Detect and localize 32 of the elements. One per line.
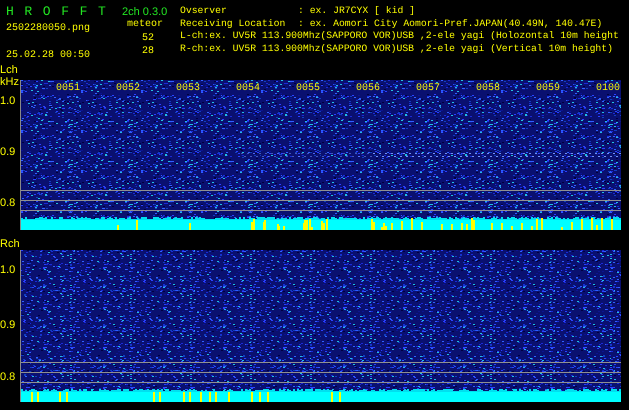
axis-label: 1.0 bbox=[0, 95, 16, 107]
time-label: 0056 bbox=[356, 83, 380, 94]
axis-label: 0.8 bbox=[0, 197, 16, 209]
time-label: 0058 bbox=[476, 83, 500, 94]
info-line: L-ch:ex. UV5R 113.900Mhz(SAPPORO VOR)USB ,2-ele yagi (Holozontal 10m height bbox=[180, 30, 619, 42]
axis-label: 1.0 bbox=[0, 264, 16, 276]
time-label: 0054 bbox=[236, 83, 260, 94]
time-label: 0053 bbox=[176, 83, 200, 94]
axis-label: 0.9 bbox=[0, 319, 16, 331]
time-label: 0059 bbox=[536, 83, 560, 94]
axis-label: 0.8 bbox=[0, 371, 16, 383]
time-label: 0052 bbox=[116, 83, 140, 94]
meteor-count: 52 bbox=[140, 32, 155, 45]
channel-label: Lch bbox=[0, 64, 18, 76]
meteor-label: meteor bbox=[126, 18, 164, 32]
info-label: Receiving Location bbox=[180, 18, 286, 30]
channel-label: Rch bbox=[0, 238, 20, 250]
version-label: 2ch 0.3.0 bbox=[122, 5, 168, 19]
time-label: 0051 bbox=[56, 83, 80, 94]
app-title: H R O F F T bbox=[6, 4, 108, 20]
axis-label: 0.9 bbox=[0, 146, 16, 158]
info-value: : ex. Aomori City Aomori-Pref.JAPAN(40.49N, 140.47E) bbox=[298, 18, 602, 30]
info-line: R-ch:ex. UV5R 113.900Mhz(SAPPORO VOR)USB ,2-ele yagi (Vertical 10m height) bbox=[180, 42, 613, 55]
meteor-count: 28 bbox=[140, 45, 155, 58]
info-label: Ovserver bbox=[180, 5, 228, 18]
file-name: 2502280050.png bbox=[6, 22, 90, 36]
timestamp: 25.02.28 00:50 bbox=[6, 49, 90, 63]
time-label: 0057 bbox=[416, 83, 440, 94]
time-label: 0055 bbox=[296, 83, 320, 94]
unit-label: kHz bbox=[0, 76, 19, 88]
time-label: 0100 bbox=[596, 83, 620, 94]
info-value: : ex. JR7CYX [ kid ] bbox=[298, 5, 416, 18]
